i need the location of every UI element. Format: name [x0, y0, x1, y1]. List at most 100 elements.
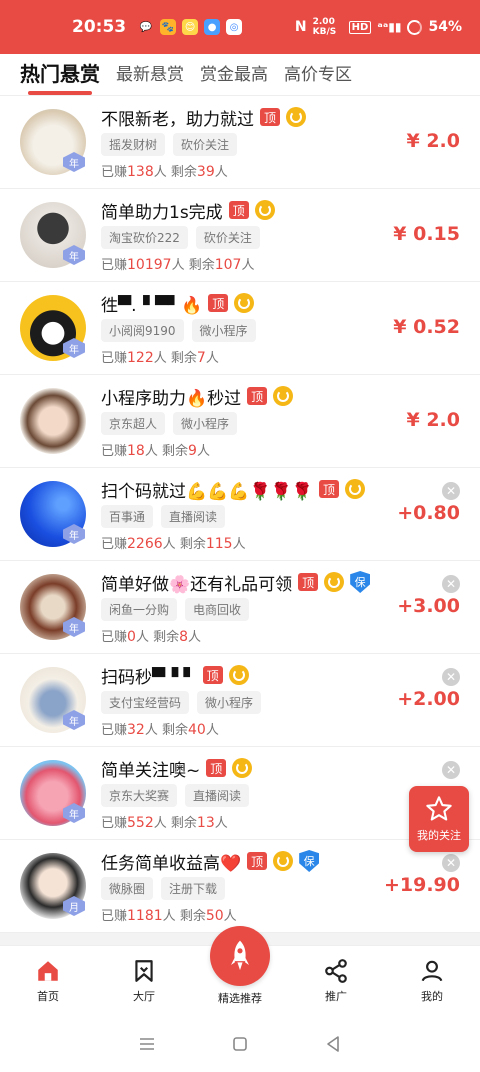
task-tag: 淘宝砍价222	[101, 226, 188, 249]
list-item[interactable]: 年 扫个码就过💪💪💪🌹🌹🌹 顶 百事通 直播阅读 已赚2266人 剩余115人 …	[0, 468, 480, 561]
nav-promote[interactable]: 推广	[288, 946, 384, 1015]
app-icon-3: ●	[204, 19, 221, 35]
list-item[interactable]: 年 简单助力1s完成 顶 淘宝砍价222 砍价关注 已赚10197人 剩余107…	[0, 189, 480, 282]
task-stats: 已赚18人 剩余9人	[101, 443, 210, 459]
task-tag: 京东大奖赛	[101, 784, 178, 807]
system-nav	[0, 1015, 480, 1072]
list-item[interactable]: 年 不限新老，助力就过 顶 摇发财树 砍价关注 已赚138人 剩余39人 ¥ 2…	[0, 96, 480, 189]
battery-level: 54%	[428, 19, 462, 35]
task-tag: 砍价关注	[173, 133, 238, 156]
task-tag: 京东超人	[101, 412, 166, 435]
refresh-icon	[324, 572, 345, 592]
dismiss-icon[interactable]: ✕	[442, 854, 460, 872]
task-title: 任务简单收益高❤️	[101, 853, 242, 874]
list-item[interactable]: 年 简单好做🌸还有礼品可领 顶 保 闲鱼一分购 电商回收 已赚0人 剩余8人 ✕…	[0, 561, 480, 654]
task-title: 扫码秒▀▝ ▘	[101, 667, 197, 688]
list-item[interactable]: 年 扫码秒▀▝ ▘ 顶 支付宝经营码 微小程序 已赚32人 剩余40人 ✕ +2…	[0, 654, 480, 747]
home-square-icon[interactable]	[230, 1034, 250, 1054]
task-tag: 注册下载	[161, 877, 226, 900]
refresh-icon	[273, 851, 294, 871]
earned-count: 2266	[127, 536, 163, 552]
earned-count: 10197	[127, 257, 172, 273]
star-icon	[426, 796, 452, 821]
tab-highest-reward[interactable]: 赏金最高	[200, 60, 268, 95]
earned-count: 122	[127, 350, 154, 366]
guarantee-badge: 保	[299, 850, 320, 872]
my-follows-button[interactable]: 我的关注	[409, 786, 469, 852]
refresh-icon	[286, 107, 306, 127]
hd-icon: HD	[348, 20, 372, 34]
nav-mine[interactable]: 我的	[384, 946, 480, 1015]
refresh-icon	[234, 293, 255, 313]
reward-price: +2.00	[397, 688, 460, 710]
tab-latest[interactable]: 最新悬赏	[116, 60, 184, 95]
nav-hall-label: 大厅	[133, 990, 155, 1003]
list-item[interactable]: 月 任务简单收益高❤️ 顶 保 微脉圈 注册下载 已赚1181人 剩余50人 ✕…	[0, 840, 480, 933]
reward-price: ¥ 0.15	[393, 223, 460, 245]
task-stats: 已赚1181人 剩余50人	[101, 908, 237, 924]
task-tag: 微小程序	[197, 691, 262, 714]
tab-premium[interactable]: 高价专区	[284, 60, 352, 95]
task-stats: 已赚552人 剩余13人	[101, 815, 228, 831]
refresh-icon	[345, 479, 366, 499]
task-stats: 已赚2266人 剩余115人	[101, 536, 246, 552]
earned-count: 0	[127, 629, 136, 645]
remaining-count: 115	[205, 536, 233, 552]
task-stats: 已赚122人 剩余7人	[101, 350, 219, 366]
task-tag: 砍价关注	[195, 226, 260, 249]
remaining-count: 13	[196, 815, 215, 831]
reward-price: +3.00	[397, 595, 460, 617]
remaining-count: 9	[188, 443, 197, 459]
dismiss-icon[interactable]: ✕	[442, 668, 460, 686]
list-item[interactable]: 小程序助力🔥秒过 顶 京东超人 微小程序 已赚18人 剩余9人 ¥ 2.0	[0, 375, 480, 468]
list-item[interactable]: 年 徃▀.▝ ▀▘🔥 顶 小阅阅9190 微小程序 已赚122人 剩余7人 ¥ …	[0, 282, 480, 375]
pinned-badge: 顶	[247, 387, 268, 405]
featured-button[interactable]	[210, 926, 270, 986]
nav-hall[interactable]: 大厅	[96, 946, 192, 1015]
nav-home[interactable]: 首页	[0, 946, 96, 1015]
person-icon	[421, 960, 443, 982]
task-tag: 直播阅读	[185, 784, 250, 807]
task-stats: 已赚0人 剩余8人	[101, 629, 202, 645]
back-icon[interactable]	[323, 1034, 343, 1054]
status-time: 20:53	[72, 17, 127, 37]
task-tag: 小阅阅9190	[101, 319, 184, 342]
refresh-icon	[232, 758, 253, 778]
dismiss-icon[interactable]: ✕	[442, 482, 460, 500]
earned-count: 1181	[127, 908, 163, 924]
remaining-count: 39	[196, 164, 215, 180]
dismiss-icon[interactable]: ✕	[442, 761, 460, 779]
app-icon-4: ◎	[226, 19, 243, 35]
earned-count: 138	[127, 164, 154, 180]
task-title: 不限新老，助力就过	[101, 109, 254, 130]
task-tag: 微小程序	[191, 319, 256, 342]
task-title: 简单助力1s完成	[101, 202, 223, 223]
reward-price: ¥ 0.52	[393, 316, 460, 338]
dismiss-icon[interactable]: ✕	[442, 575, 460, 593]
task-title: 简单好做🌸还有礼品可领	[101, 574, 293, 595]
task-tag: 闲鱼一分购	[101, 598, 178, 621]
nav-home-label: 首页	[37, 990, 59, 1003]
refresh-icon	[254, 200, 275, 220]
remaining-count: 8	[179, 629, 189, 645]
avatar	[20, 388, 86, 454]
pinned-badge: 顶	[206, 759, 227, 777]
pinned-badge: 顶	[298, 573, 319, 591]
nav-mine-label: 我的	[421, 990, 443, 1003]
remaining-count: 40	[188, 722, 206, 738]
refresh-icon	[228, 665, 249, 685]
tab-hot[interactable]: 热门悬赏	[20, 58, 100, 95]
nav-featured-label: 精选推荐	[218, 992, 262, 1005]
share-icon	[325, 959, 347, 983]
task-title: 小程序助力🔥秒过	[101, 388, 242, 409]
task-stats: 已赚10197人 剩余107人	[101, 257, 255, 273]
pinned-badge: 顶	[260, 108, 280, 126]
pinned-badge: 顶	[208, 294, 229, 312]
pinned-badge: 顶	[319, 480, 340, 498]
menu-icon[interactable]	[137, 1034, 157, 1054]
earned-count: 32	[127, 722, 145, 738]
my-follows-label: 我的关注	[417, 829, 461, 842]
list-item[interactable]: 年 简单关注噢~ 顶 京东大奖赛 直播阅读 已赚552人 剩余13人 ✕	[0, 747, 480, 840]
refresh-icon	[273, 386, 294, 406]
task-stats: 已赚32人 剩余40人	[101, 722, 219, 738]
